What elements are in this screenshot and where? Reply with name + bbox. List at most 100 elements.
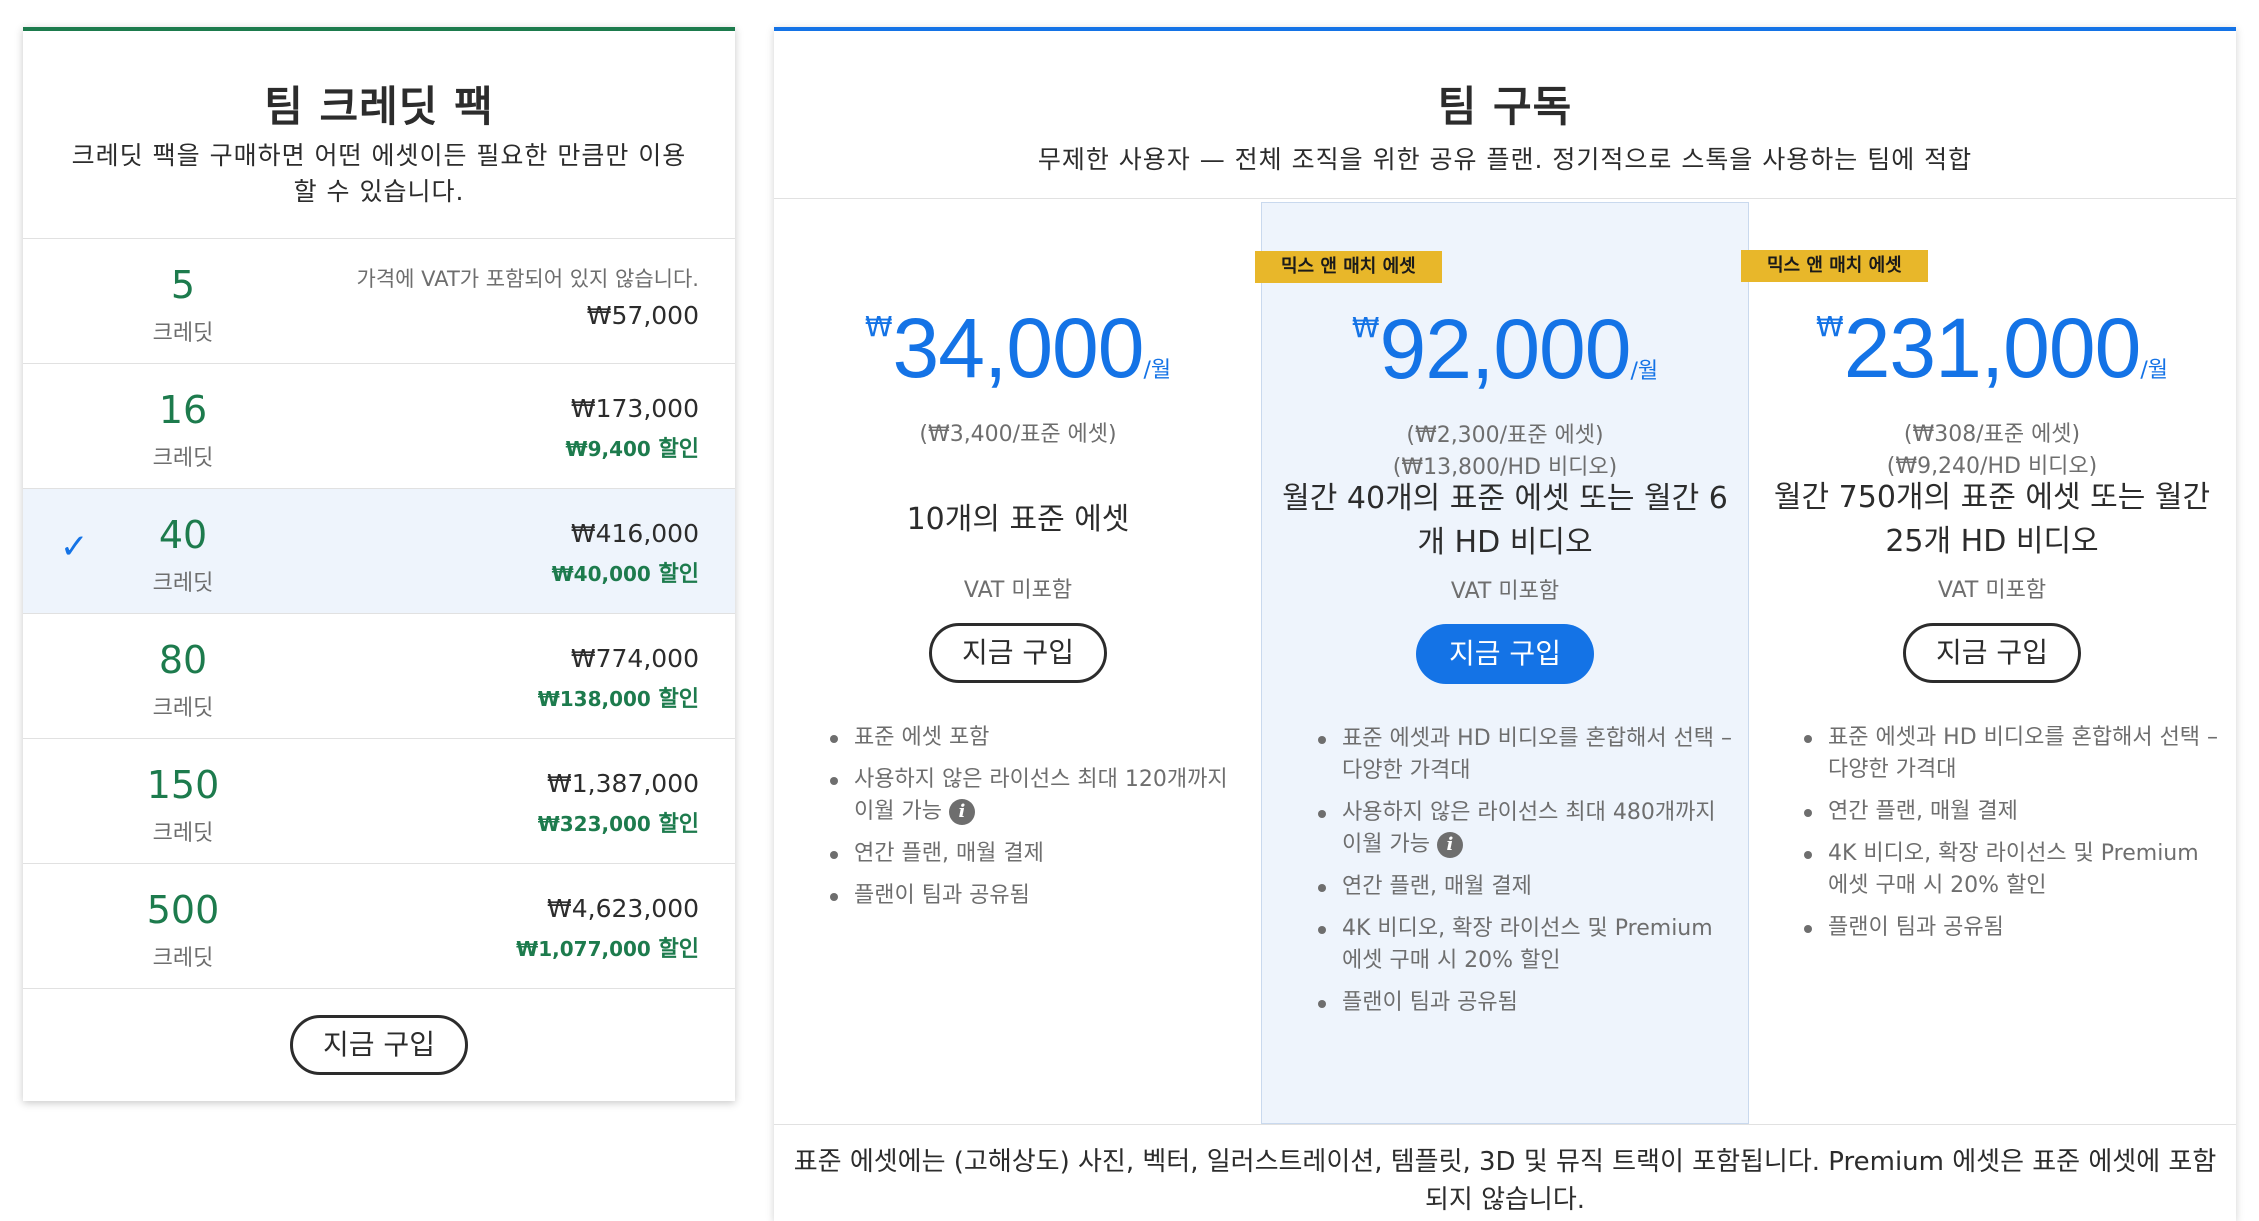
feature-text: 사용하지 않은 라이선스 최대 120개까지 이월 가능 — [854, 767, 1228, 824]
credit-count: 500 — [146, 888, 220, 932]
credit-option-40[interactable]: ✓ 40 크레딧 ₩416,000 ₩40,000 할인 — [23, 489, 735, 614]
feature-item: 사용하지 않은 라이선스 최대 120개까지 이월 가능 i — [826, 764, 1250, 828]
credit-discount: ₩40,000 할인 — [552, 556, 699, 588]
credit-pack-buy-button[interactable]: 지금 구입 — [290, 1015, 468, 1075]
currency-symbol: ₩ — [1816, 310, 1844, 343]
plan-231000: 믹스 앤 매치 에셋 ₩231,000/월 (₩308/표준 에셋) (₩9,2… — [1741, 202, 2236, 1124]
credit-price: ₩774,000 — [570, 644, 699, 673]
discount-amount: ₩40,000 — [551, 562, 651, 586]
discount-suffix: 할인 — [658, 812, 699, 837]
vat-excluded-label: VAT 미포함 — [963, 578, 1073, 603]
discount-amount: ₩1,077,000 — [516, 937, 651, 961]
plan-34000: ₩34,000/월 (₩3,400/표준 에셋) 10개의 표준 에셋 VAT … — [774, 202, 1262, 1124]
unit-price-standard: (₩2,300/표준 에셋) — [1406, 423, 1604, 448]
credit-unit-label: 크레딧 — [152, 571, 214, 596]
plan-buy-wrap: 지금 구입 — [1748, 623, 2236, 683]
price-period: /월 — [2140, 358, 2168, 383]
vat-excluded-label: VAT 미포함 — [1450, 579, 1560, 604]
plan-price-amount: 34,000 — [892, 301, 1145, 395]
credit-pack-buy-wrap: 지금 구입 — [23, 989, 735, 1075]
credit-option-500[interactable]: 500 크레딧 ₩4,623,000 ₩1,077,000 할인 — [23, 864, 735, 989]
credit-count: 150 — [146, 763, 220, 807]
credit-pack-title: 팀 크레딧 팩 — [264, 82, 494, 131]
plan-buy-button[interactable]: 지금 구입 — [929, 623, 1107, 683]
credit-option-150[interactable]: 150 크레딧 ₩1,387,000 ₩323,000 할인 — [23, 739, 735, 864]
subscription-card: 팀 구독 무제한 사용자 — 전체 조직을 위한 공유 플랜. 정기적으로 스톡… — [774, 27, 2236, 1221]
plan-buy-wrap: 지금 구입 — [774, 623, 1262, 683]
discount-suffix: 할인 — [658, 937, 699, 962]
plan-price: ₩34,000/월 — [774, 300, 1262, 397]
feature-item: 표준 에셋과 HD 비디오를 혼합해서 선택 – 다양한 가격대 — [1314, 723, 1736, 787]
credit-price: ₩57,000 — [586, 301, 699, 330]
info-icon[interactable]: i — [1436, 832, 1463, 858]
discount-suffix: 할인 — [658, 437, 699, 462]
discount-amount: ₩9,400 — [565, 437, 651, 461]
subscription-header: 팀 구독 무제한 사용자 — 전체 조직을 위한 공유 플랜. 정기적으로 스톡… — [774, 31, 2236, 199]
feature-item: 표준 에셋과 HD 비디오를 혼합해서 선택 – 다양한 가격대 — [1800, 722, 2224, 786]
credit-price: ₩4,623,000 — [547, 894, 699, 923]
credit-unit-label: 크레딧 — [152, 446, 214, 471]
vat-note: 가격에 VAT가 포함되어 있지 않습니다. — [356, 267, 699, 291]
currency-symbol: ₩ — [864, 310, 893, 343]
feature-item: 연간 플랜, 매월 결제 — [1314, 871, 1736, 903]
credit-unit-label: 크레딧 — [152, 946, 214, 971]
feature-list: 표준 에셋과 HD 비디오를 혼합해서 선택 – 다양한 가격대 사용하지 않은… — [1314, 723, 1736, 1029]
currency-symbol: ₩ — [1351, 311, 1380, 344]
credit-option-16[interactable]: 16 크레딧 ₩173,000 ₩9,400 할인 — [23, 364, 735, 489]
feature-item: 4K 비디오, 확장 라이선스 및 Premium 에셋 구매 시 20% 할인 — [1800, 838, 2224, 902]
discount-amount: ₩138,000 — [537, 687, 651, 711]
credit-discount: ₩1,077,000 할인 — [516, 931, 699, 963]
unit-price-standard: (₩308/표준 에셋) — [1903, 422, 2081, 447]
feature-text: 사용하지 않은 라이선스 최대 480개까지 이월 가능 — [1342, 800, 1716, 857]
info-icon[interactable]: i — [948, 799, 975, 825]
credit-unit-label: 크레딧 — [152, 821, 214, 846]
credit-pack-subtitle: 크레딧 팩을 구매하면 어떤 에셋이든 필요한 만큼만 이용할 수 있습니다. — [71, 141, 687, 206]
feature-item: 표준 에셋 포함 — [826, 722, 1250, 754]
standard-asset-footnote: 표준 에셋에는 (고해상도) 사진, 벡터, 일러스트레이션, 템플릿, 3D … — [774, 1124, 2236, 1219]
credit-pack-card: 팀 크레딧 팩 크레딧 팩을 구매하면 어떤 에셋이든 필요한 만큼만 이용할 … — [23, 27, 735, 1101]
feature-item: 연간 플랜, 매월 결제 — [826, 838, 1250, 870]
plan-buy-wrap: 지금 구입 — [1262, 624, 1748, 684]
plan-description: 월간 750개의 표준 에셋 또는 월간 25개 HD 비디오 — [1773, 480, 2211, 559]
credit-price: ₩173,000 — [570, 394, 699, 423]
feature-item: 플랜이 팀과 공유됨 — [826, 880, 1250, 912]
vat-excluded-label: VAT 미포함 — [1937, 578, 2047, 603]
plan-description: 월간 40개의 표준 에셋 또는 월간 6개 HD 비디오 — [1282, 481, 1728, 560]
feature-list: 표준 에셋과 HD 비디오를 혼합해서 선택 – 다양한 가격대 연간 플랜, … — [1800, 722, 2224, 954]
credit-discount: ₩323,000 할인 — [538, 806, 699, 838]
credit-pack-header: 팀 크레딧 팩 크레딧 팩을 구매하면 어떤 에셋이든 필요한 만큼만 이용할 … — [23, 31, 735, 239]
credit-count: 5 — [170, 263, 196, 307]
plan-buy-button[interactable]: 지금 구입 — [1416, 624, 1594, 684]
discount-suffix: 할인 — [658, 562, 699, 587]
subscription-title: 팀 구독 — [1437, 82, 1573, 131]
feature-item: 플랜이 팀과 공유됨 — [1314, 987, 1736, 1019]
plan-92000: 믹스 앤 매치 에셋 ₩92,000/월 (₩2,300/표준 에셋) (₩13… — [1255, 202, 1749, 1124]
plan-badge: 믹스 앤 매치 에셋 — [1255, 251, 1442, 283]
discount-amount: ₩323,000 — [537, 812, 651, 836]
feature-item: 사용하지 않은 라이선스 최대 480개까지 이월 가능 i — [1314, 797, 1736, 861]
credit-count: 80 — [158, 638, 208, 682]
subscription-subtitle: 무제한 사용자 — 전체 조직을 위한 공유 플랜. 정기적으로 스톡을 사용하… — [1037, 145, 1973, 174]
discount-suffix: 할인 — [658, 687, 699, 712]
plan-columns: ₩34,000/월 (₩3,400/표준 에셋) 10개의 표준 에셋 VAT … — [774, 202, 2236, 1124]
credit-option-80[interactable]: 80 크레딧 ₩774,000 ₩138,000 할인 — [23, 614, 735, 739]
credit-price: ₩1,387,000 — [547, 769, 699, 798]
plan-price-amount: 231,000 — [1843, 301, 2142, 395]
credit-count: 40 — [158, 513, 208, 557]
plan-description: 10개의 표준 에셋 — [906, 502, 1130, 537]
credit-price: ₩416,000 — [570, 519, 699, 548]
feature-item: 연간 플랜, 매월 결제 — [1800, 796, 2224, 828]
credit-option-5[interactable]: 5 크레딧 가격에 VAT가 포함되어 있지 않습니다. ₩57,000 — [23, 239, 735, 364]
feature-item: 플랜이 팀과 공유됨 — [1800, 912, 2224, 944]
plan-buy-button[interactable]: 지금 구입 — [1903, 623, 2081, 683]
plan-badge: 믹스 앤 매치 에셋 — [1741, 250, 1928, 282]
credit-count: 16 — [158, 388, 208, 432]
feature-list: 표준 에셋 포함 사용하지 않은 라이선스 최대 120개까지 이월 가능 i … — [826, 722, 1250, 922]
plan-price: ₩231,000/월 — [1748, 300, 2236, 397]
credit-discount: ₩138,000 할인 — [538, 681, 699, 713]
feature-item: 4K 비디오, 확장 라이선스 및 Premium 에셋 구매 시 20% 할인 — [1314, 913, 1736, 977]
unit-price-standard: (₩3,400/표준 에셋) — [919, 422, 1117, 447]
plan-price: ₩92,000/월 — [1262, 301, 1748, 398]
credit-discount: ₩9,400 할인 — [566, 431, 699, 463]
price-period: /월 — [1143, 358, 1172, 383]
